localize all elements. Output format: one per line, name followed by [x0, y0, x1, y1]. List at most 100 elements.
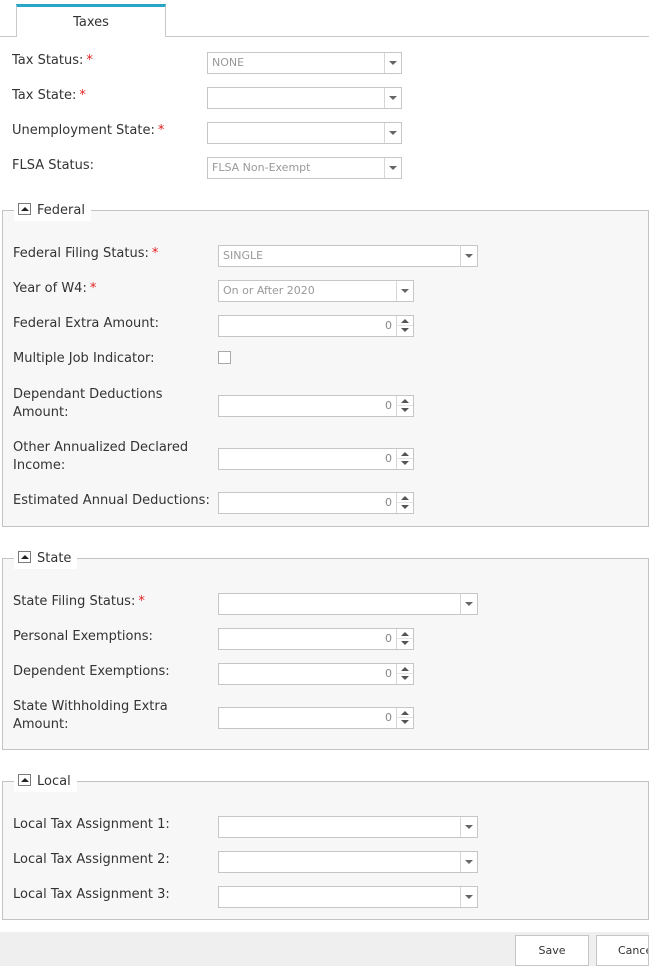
- chevron-down-icon[interactable]: [384, 88, 401, 108]
- decrement-icon[interactable]: [397, 459, 413, 469]
- state-filing-status-label-text: State Filing Status:: [13, 594, 136, 609]
- other-income-value: 0: [385, 452, 392, 465]
- decrement-icon[interactable]: [397, 718, 413, 728]
- state-legend: State: [14, 549, 78, 569]
- state-filing-status-select[interactable]: [218, 593, 478, 615]
- stepper: [396, 316, 413, 336]
- federal-filing-status-select[interactable]: SINGLE: [218, 245, 478, 267]
- federal-extra-amount-label: Federal Extra Amount:: [13, 316, 159, 331]
- unemployment-state-label: Unemployment State: *: [12, 122, 164, 140]
- state-section: State State Filing Status: * Personal Exe…: [2, 549, 649, 750]
- tax-status-label-text: Tax Status:: [12, 53, 84, 68]
- tax-status-label: Tax Status: *: [12, 52, 93, 70]
- dependant-deductions-label: Dependant Deductions Amount:: [13, 387, 163, 420]
- personal-exemptions-input[interactable]: 0: [218, 628, 414, 650]
- stepper: [396, 629, 413, 649]
- dependent-exemptions-value: 0: [385, 667, 392, 680]
- multiple-job-indicator-label: Multiple Job Indicator:: [13, 351, 155, 366]
- required-marker: *: [138, 594, 145, 609]
- tax-status-select[interactable]: NONE: [207, 52, 402, 74]
- stepper: [396, 396, 413, 416]
- chevron-down-icon[interactable]: [460, 594, 477, 614]
- federal-filing-status-label: Federal Filing Status: *: [13, 245, 158, 263]
- personal-exemptions-value: 0: [385, 632, 392, 645]
- local-tax-assignment-3-select[interactable]: [218, 886, 478, 908]
- local-tax-assignment-1-select[interactable]: [218, 816, 478, 838]
- increment-icon[interactable]: [397, 449, 413, 459]
- state-withholding-extra-label: State Withholding Extra Amount:: [13, 699, 168, 732]
- local-tax-assignment-1-label: Local Tax Assignment 1:: [13, 817, 170, 832]
- dependant-deductions-value: 0: [385, 399, 392, 412]
- increment-icon[interactable]: [397, 316, 413, 326]
- federal-legend: Federal: [14, 201, 91, 221]
- tax-state-label: Tax State: *: [12, 87, 86, 105]
- tax-state-label-text: Tax State:: [12, 88, 77, 103]
- multiple-job-indicator-checkbox[interactable]: [218, 351, 231, 364]
- federal-extra-amount-value: 0: [385, 319, 392, 332]
- chevron-down-icon[interactable]: [384, 123, 401, 143]
- required-marker: *: [151, 246, 159, 261]
- chevron-down-icon[interactable]: [396, 281, 413, 301]
- decrement-icon[interactable]: [397, 674, 413, 684]
- local-tax-assignment-2-select[interactable]: [218, 851, 478, 873]
- year-w4-select[interactable]: On or After 2020: [218, 280, 414, 302]
- tab-strip: Taxes: [0, 0, 649, 37]
- federal-extra-amount-input[interactable]: 0: [218, 315, 414, 337]
- decrement-icon[interactable]: [397, 639, 413, 649]
- unemployment-state-label-text: Unemployment State:: [12, 123, 155, 138]
- increment-icon[interactable]: [397, 396, 413, 406]
- unemployment-state-select[interactable]: [207, 122, 402, 144]
- chevron-down-icon[interactable]: [384, 158, 401, 178]
- state-withholding-extra-value: 0: [385, 711, 392, 724]
- required-marker: *: [86, 53, 93, 68]
- chevron-down-icon[interactable]: [460, 852, 477, 872]
- dependant-deductions-input[interactable]: 0: [218, 395, 414, 417]
- other-income-input[interactable]: 0: [218, 448, 414, 470]
- stepper: [396, 664, 413, 684]
- state-filing-status-label: State Filing Status: *: [13, 593, 145, 611]
- year-w4-value: On or After 2020: [223, 284, 315, 297]
- collapse-icon[interactable]: [18, 203, 31, 215]
- dependent-exemptions-label: Dependent Exemptions:: [13, 664, 170, 679]
- state-withholding-extra-input[interactable]: 0: [218, 707, 414, 729]
- decrement-icon[interactable]: [397, 406, 413, 416]
- tab-taxes[interactable]: Taxes: [16, 4, 166, 37]
- local-tax-assignment-2-label: Local Tax Assignment 2:: [13, 852, 170, 867]
- estimated-deductions-input[interactable]: 0: [218, 492, 414, 514]
- increment-icon[interactable]: [397, 664, 413, 674]
- chevron-down-icon[interactable]: [384, 53, 401, 73]
- federal-filing-status-value: SINGLE: [223, 249, 264, 262]
- local-section: Local Local Tax Assignment 1: Local Tax …: [2, 772, 649, 920]
- decrement-icon[interactable]: [397, 326, 413, 336]
- state-legend-text: State: [37, 551, 72, 566]
- collapse-icon[interactable]: [18, 774, 31, 786]
- flsa-status-select[interactable]: FLSA Non-Exempt: [207, 157, 402, 179]
- stepper: [396, 449, 413, 469]
- local-legend: Local: [14, 772, 77, 792]
- required-marker: *: [157, 123, 165, 138]
- chevron-down-icon[interactable]: [460, 817, 477, 837]
- local-legend-text: Local: [37, 774, 71, 789]
- decrement-icon[interactable]: [397, 503, 413, 513]
- personal-exemptions-label: Personal Exemptions:: [13, 629, 153, 644]
- increment-icon[interactable]: [397, 629, 413, 639]
- estimated-deductions-value: 0: [385, 496, 392, 509]
- increment-icon[interactable]: [397, 493, 413, 503]
- required-marker: *: [89, 281, 97, 296]
- required-marker: *: [79, 88, 86, 103]
- tax-state-select[interactable]: [207, 87, 402, 109]
- footer-bar: Save Cancel: [0, 932, 649, 966]
- chevron-down-icon[interactable]: [460, 246, 477, 266]
- other-income-label: Other Annualized Declared Income:: [13, 440, 189, 473]
- cancel-button[interactable]: Cancel: [596, 935, 649, 966]
- estimated-deductions-label: Estimated Annual Deductions:: [13, 493, 210, 508]
- chevron-down-icon[interactable]: [460, 887, 477, 907]
- flsa-status-value: FLSA Non-Exempt: [212, 161, 311, 174]
- year-w4-label-text: Year of W4:: [13, 281, 87, 296]
- tax-status-value: NONE: [212, 56, 245, 69]
- collapse-icon[interactable]: [18, 551, 31, 563]
- federal-section: Federal Federal Filing Status: * SINGLE Y…: [2, 201, 649, 527]
- save-button[interactable]: Save: [515, 935, 589, 966]
- dependent-exemptions-input[interactable]: 0: [218, 663, 414, 685]
- increment-icon[interactable]: [397, 708, 413, 718]
